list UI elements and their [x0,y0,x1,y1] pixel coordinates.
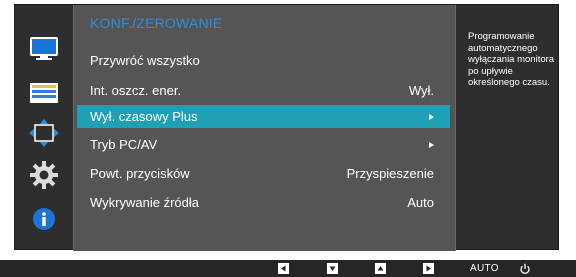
picture-icon[interactable] [28,33,60,65]
menu-item-label: Tryb PC/AV [90,137,158,152]
menu-item-label: Wykrywanie źródła [90,195,199,210]
menu-item-value: Auto [407,195,434,210]
auto-button[interactable]: AUTO [470,263,499,274]
menu-item-key-repeat[interactable]: Powt. przycisków Przyspieszenie [77,162,450,185]
chevron-right-icon [429,141,434,148]
power-icon [520,263,530,274]
menu-item-label: Int. oszcz. ener. [90,83,182,98]
position-icon[interactable] [28,117,60,149]
menu-title: KONF./ZEROWANIE [90,15,223,31]
menu-item-value: Przyspieszenie [346,166,434,181]
enter-button[interactable] [423,263,434,274]
up-arrow-icon [375,263,386,274]
help-panel: Programowanie automatycznego wyłączania … [456,5,558,251]
osd-window: KONF./ZEROWANIE Przywróć wszystko Int. o… [14,4,559,251]
menu-item-pc-av-mode[interactable]: Tryb PC/AV [77,133,450,156]
menu-item-label: Wył. czasowy Plus [90,109,198,124]
menu-item-eco-saving[interactable]: Int. oszcz. ener. Wył. [77,79,450,102]
menu-item-label: Powt. przycisków [90,166,190,181]
menu-item-off-timer-plus[interactable]: Wył. czasowy Plus [77,105,450,128]
category-sidebar [15,5,73,251]
auto-label: AUTO [470,263,499,274]
left-arrow-icon [278,263,289,274]
down-button[interactable] [327,263,338,274]
menu-item-source-detection[interactable]: Wykrywanie źródła Auto [77,191,450,214]
left-button[interactable] [278,263,289,274]
setup-reset-menu: KONF./ZEROWANIE Przywróć wszystko Int. o… [73,5,456,251]
menu-item-reset-all[interactable]: Przywróć wszystko [77,49,450,72]
onscreen-display-icon[interactable] [28,77,60,109]
chevron-right-icon [429,113,434,120]
up-button[interactable] [375,263,386,274]
bottom-button-bar: AUTO [0,260,576,277]
down-arrow-icon [327,263,338,274]
menu-item-value: Wył. [408,83,434,98]
information-icon[interactable] [28,203,60,235]
help-text: Programowanie automatycznego wyłączania … [468,31,555,88]
power-button[interactable] [519,263,531,274]
setup-gear-icon[interactable] [28,159,60,191]
menu-item-label: Przywróć wszystko [90,53,200,68]
enter-arrow-icon [423,263,434,274]
